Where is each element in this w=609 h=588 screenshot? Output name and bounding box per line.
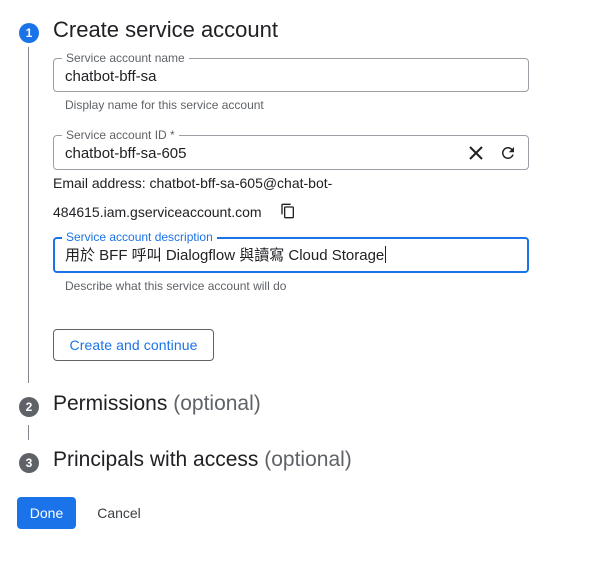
step-2-title-text: Permissions xyxy=(53,392,168,415)
close-icon xyxy=(469,146,483,160)
step-connector-2 xyxy=(28,425,29,440)
step-2-number: 2 xyxy=(25,400,33,414)
email-address-line-2: 484615.iam.gserviceaccount.com xyxy=(53,204,262,220)
service-account-id-label: Service account ID * xyxy=(62,128,179,142)
step-3-optional: (optional) xyxy=(264,448,352,471)
step-1-number: 1 xyxy=(25,26,33,40)
description-text: 用於 BFF 呼叫 Dialogflow 與讀寫 Cloud Storage xyxy=(65,247,385,264)
step-3-indicator: 3 xyxy=(19,453,39,473)
copy-icon xyxy=(281,203,294,219)
step-1-title-text: Create service account xyxy=(53,17,278,42)
step-2-title[interactable]: Permissions (optional) xyxy=(53,392,261,416)
copy-email-button[interactable] xyxy=(276,199,300,223)
done-button[interactable]: Done xyxy=(17,497,76,529)
service-account-description-hint: Describe what this service account will … xyxy=(65,279,287,293)
done-label: Done xyxy=(29,505,64,521)
step-2-indicator: 2 xyxy=(19,397,39,417)
step-3-title[interactable]: Principals with access (optional) xyxy=(53,448,352,472)
service-account-name-field[interactable]: Service account name chatbot-bff-sa xyxy=(53,51,529,92)
create-and-continue-button[interactable]: Create and continue xyxy=(53,329,214,361)
service-account-description-value: 用於 BFF 呼叫 Dialogflow 與讀寫 Cloud Storage xyxy=(65,246,387,266)
regenerate-id-button[interactable] xyxy=(496,141,520,165)
clear-id-button[interactable] xyxy=(464,141,488,165)
email-address-line-1: Email address: chatbot-bff-sa-605@chat-b… xyxy=(53,175,333,191)
service-account-name-label: Service account name xyxy=(62,51,189,65)
service-account-description-field[interactable]: Service account description 用於 BFF 呼叫 Di… xyxy=(53,230,529,273)
service-account-id-value: chatbot-bff-sa-605 xyxy=(65,145,187,162)
step-3-title-text: Principals with access xyxy=(53,448,259,471)
step-1-title: Create service account xyxy=(53,17,278,43)
refresh-icon xyxy=(501,146,514,159)
step-2-optional: (optional) xyxy=(173,392,261,415)
step-1-indicator: 1 xyxy=(19,23,39,43)
step-3-number: 3 xyxy=(25,456,33,470)
cancel-button[interactable]: Cancel xyxy=(87,497,151,529)
service-account-name-value: chatbot-bff-sa xyxy=(65,68,157,85)
cancel-label: Cancel xyxy=(97,505,141,521)
text-caret xyxy=(385,246,387,263)
service-account-description-label: Service account description xyxy=(62,230,217,244)
step-connector-1 xyxy=(28,47,29,383)
create-and-continue-label: Create and continue xyxy=(69,337,198,353)
service-account-id-field[interactable]: Service account ID * chatbot-bff-sa-605 xyxy=(53,128,529,170)
service-account-name-hint: Display name for this service account xyxy=(65,98,264,112)
